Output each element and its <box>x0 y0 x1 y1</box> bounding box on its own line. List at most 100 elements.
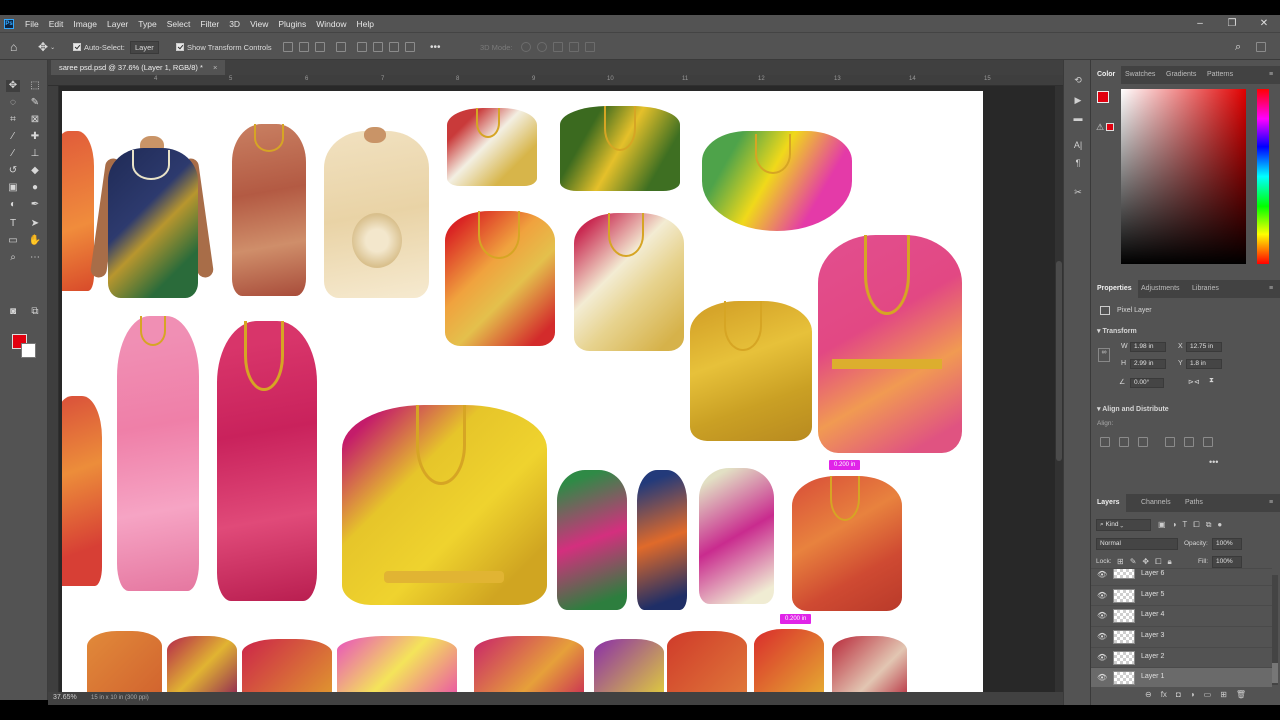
lock-transparent-icon[interactable]: ⊞ <box>1117 557 1124 567</box>
layer-row-active[interactable]: 👁︎ Layer 1 <box>1091 667 1272 687</box>
menu-file[interactable]: File <box>20 19 44 29</box>
lock-position-icon[interactable]: ✥ <box>1142 557 1149 567</box>
more-options-icon[interactable]: ••• <box>430 42 441 53</box>
align-top-icon[interactable] <box>357 42 367 52</box>
layer-row[interactable]: 👁︎ Layer 4 <box>1091 605 1272 625</box>
screen-mode-icon[interactable]: ⧉ <box>28 306 42 318</box>
tab-adjustments[interactable]: Adjustments <box>1141 280 1180 298</box>
home-icon[interactable]: ⌂ <box>10 33 17 61</box>
align-right-edges-icon[interactable] <box>1138 437 1148 447</box>
align-middle-icon[interactable] <box>373 42 383 52</box>
zoom-level[interactable]: 37.65% <box>53 694 77 701</box>
visibility-eye-icon[interactable]: 👁︎ <box>1097 591 1107 600</box>
history-icon[interactable]: ⟲ <box>1072 74 1084 86</box>
document-tab[interactable]: saree psd.psd @ 37.6% (Layer 1, RGB/8) *… <box>51 60 226 75</box>
layer-row[interactable]: 👁︎ Layer 6 <box>1091 568 1272 582</box>
hue-slider[interactable] <box>1257 89 1269 264</box>
lasso-tool-icon[interactable]: ◌ <box>6 97 20 109</box>
menu-help[interactable]: Help <box>351 19 378 29</box>
quick-mask-icon[interactable]: ◙ <box>6 306 20 318</box>
filter-pixel-icon[interactable]: ▣ <box>1158 520 1166 530</box>
filter-toggle-icon[interactable]: ● <box>1217 520 1222 530</box>
close-tab-icon[interactable]: × <box>213 63 217 72</box>
move-tool-icon[interactable]: ✥ <box>6 80 20 92</box>
tab-libraries[interactable]: Libraries <box>1192 280 1219 298</box>
document-canvas[interactable]: 0.200 in 0.200 in <box>62 91 983 694</box>
width-field[interactable]: 1.98 in <box>1130 342 1166 352</box>
align-bottom-icon[interactable] <box>389 42 399 52</box>
layer-row[interactable]: 👁︎ Layer 5 <box>1091 585 1272 605</box>
new-layer-icon[interactable]: ⊞ <box>1220 690 1227 699</box>
show-transform-checkbox[interactable]: Show Transform Controls <box>176 33 272 61</box>
filter-smart-object-icon[interactable]: ⧉ <box>1206 520 1212 530</box>
path-select-icon[interactable]: ➤ <box>28 218 42 230</box>
3d-roll-icon[interactable] <box>537 42 547 52</box>
flip-vertical-icon[interactable]: ⧗ <box>1209 377 1214 385</box>
lock-image-icon[interactable]: ✎ <box>1130 557 1137 567</box>
3d-pan-icon[interactable] <box>553 42 563 52</box>
gradient-tool-icon[interactable]: ▣ <box>6 182 20 194</box>
move-tool-icon[interactable]: ✥ ⌄ <box>38 33 55 61</box>
add-mask-icon[interactable]: ◘ <box>1176 690 1181 699</box>
menu-plugins[interactable]: Plugins <box>273 19 311 29</box>
x-field[interactable]: 12.75 in <box>1186 342 1222 352</box>
filter-adjustment-icon[interactable]: ◑ <box>1172 520 1177 530</box>
lock-artboard-icon[interactable]: ⧠ <box>1155 557 1161 567</box>
zoom-tool-icon[interactable]: ⌕ <box>6 252 20 264</box>
workspace-icon[interactable] <box>1256 33 1266 61</box>
align-bottom-edges-icon[interactable] <box>1203 437 1213 447</box>
tools-preset-icon[interactable]: ✂ <box>1072 186 1084 198</box>
maximize-button[interactable]: ❐ <box>1216 15 1248 32</box>
visibility-eye-icon[interactable]: 👁︎ <box>1097 570 1107 579</box>
visibility-eye-icon[interactable]: 👁︎ <box>1097 673 1107 682</box>
menu-image[interactable]: Image <box>68 19 102 29</box>
align-vertical-centers-icon[interactable] <box>1184 437 1194 447</box>
search-icon[interactable]: ⌕ <box>1235 33 1241 61</box>
align-top-edges-icon[interactable] <box>1165 437 1175 447</box>
distribute-vertical-icon[interactable] <box>405 42 415 52</box>
hand-tool-icon[interactable]: ✋ <box>28 235 42 247</box>
brush-tool-icon[interactable]: ∕ <box>6 148 20 160</box>
eyedropper-icon[interactable]: ⁄ <box>6 131 20 143</box>
align-left-icon[interactable] <box>283 42 293 52</box>
layers-scrollbar[interactable] <box>1272 575 1278 685</box>
tab-patterns[interactable]: Patterns <box>1207 66 1233 84</box>
crop-tool-icon[interactable]: ⌗ <box>6 114 20 126</box>
panel-menu-icon[interactable]: ≡ <box>1269 66 1273 84</box>
delete-layer-icon[interactable]: 🗑︎ <box>1236 690 1246 699</box>
layer-row[interactable]: 👁︎ Layer 2 <box>1091 647 1272 667</box>
layer-filter-kind-dropdown[interactable]: ⌕ Kind ⌄ <box>1096 519 1151 531</box>
scrollbar-thumb[interactable] <box>1056 261 1062 461</box>
height-field[interactable]: 2.99 in <box>1130 359 1166 369</box>
rectangle-tool-icon[interactable]: ▭ <box>6 235 20 247</box>
menu-view[interactable]: View <box>245 19 273 29</box>
transform-section-title[interactable]: ▾ Transform <box>1097 327 1137 335</box>
tab-channels[interactable]: Channels <box>1141 494 1171 512</box>
marquee-tool-icon[interactable]: ⬚ <box>28 80 42 92</box>
tab-gradients[interactable]: Gradients <box>1166 66 1196 84</box>
auto-select-target-dropdown[interactable]: Layer <box>130 33 159 61</box>
gamut-warning-icon[interactable]: ⚠ <box>1096 122 1104 133</box>
link-layers-icon[interactable]: ⊖ <box>1145 690 1152 699</box>
tab-properties[interactable]: Properties <box>1091 280 1138 298</box>
align-left-edges-icon[interactable] <box>1100 437 1110 447</box>
blend-mode-dropdown[interactable]: Normal <box>1096 538 1178 550</box>
menu-select[interactable]: Select <box>162 19 196 29</box>
dodge-tool-icon[interactable]: ◐ <box>6 199 20 211</box>
auto-select-checkbox[interactable]: Auto-Select: <box>73 33 125 61</box>
new-group-icon[interactable]: ▭ <box>1204 690 1212 699</box>
tab-swatches[interactable]: Swatches <box>1125 66 1155 84</box>
flip-horizontal-icon[interactable]: ⊳⊲ <box>1188 378 1200 386</box>
frame-tool-icon[interactable]: ⊠ <box>28 114 42 126</box>
background-color-swatch[interactable] <box>21 343 36 358</box>
distribute-icon[interactable] <box>336 42 346 52</box>
document-size[interactable]: 15 in x 10 in (300 ppi) <box>91 695 149 701</box>
opacity-field[interactable]: 100% <box>1212 538 1242 550</box>
filter-type-icon[interactable]: T <box>1182 520 1187 530</box>
pen-tool-icon[interactable]: ✒ <box>28 199 42 211</box>
align-right-icon[interactable] <box>315 42 325 52</box>
3d-camera-icon[interactable] <box>585 42 595 52</box>
menu-window[interactable]: Window <box>311 19 351 29</box>
visibility-eye-icon[interactable]: 👁︎ <box>1097 611 1107 620</box>
3d-slide-icon[interactable] <box>569 42 579 52</box>
